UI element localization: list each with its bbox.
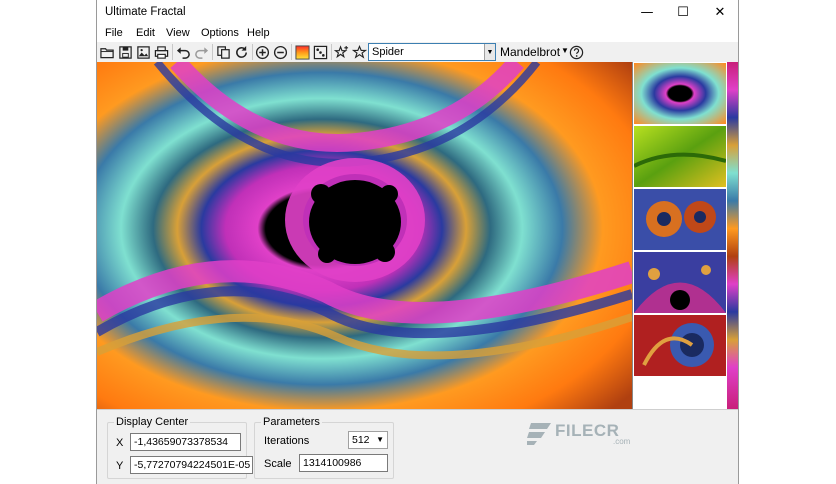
toolbar-separator bbox=[331, 44, 332, 60]
redo-icon[interactable] bbox=[193, 44, 209, 60]
favorite-icon[interactable] bbox=[351, 44, 367, 60]
toolbar-separator bbox=[172, 44, 173, 60]
zoom-in-icon[interactable] bbox=[254, 44, 270, 60]
center-x-input[interactable]: -1,43659073378534 bbox=[130, 433, 241, 451]
app-window: Ultimate Fractal — ☐ ✕ File Edit View Op… bbox=[96, 0, 739, 484]
menu-help[interactable]: Help bbox=[247, 27, 270, 39]
formula-dropdown[interactable]: Mandelbrot bbox=[500, 45, 560, 59]
minimize-button[interactable]: — bbox=[629, 0, 665, 25]
menu-bar: File Edit View Options Help bbox=[97, 25, 738, 42]
menu-file[interactable]: File bbox=[105, 27, 123, 39]
iterations-select[interactable]: 512 ▼ bbox=[348, 431, 388, 449]
thumbnail-item[interactable] bbox=[634, 63, 726, 124]
preset-combobox[interactable]: Spider ▼ bbox=[368, 43, 496, 61]
display-center-group: Display Center X -1,43659073378534 Y -5,… bbox=[107, 416, 253, 479]
parameters-group: Parameters Iterations 512 ▼ Scale 131410… bbox=[254, 416, 394, 479]
menu-options[interactable]: Options bbox=[201, 27, 239, 39]
add-favorite-icon[interactable] bbox=[333, 44, 349, 60]
thumbnail-item[interactable] bbox=[634, 126, 726, 187]
undo-icon[interactable] bbox=[175, 44, 191, 60]
refresh-icon[interactable] bbox=[233, 44, 249, 60]
display-center-label: Display Center bbox=[114, 416, 191, 428]
menu-view[interactable]: View bbox=[166, 27, 190, 39]
fractal-canvas[interactable] bbox=[97, 62, 632, 409]
export-image-icon[interactable] bbox=[135, 44, 151, 60]
toolbar: Spider ▼ Mandelbrot ▼ bbox=[97, 42, 738, 62]
palette-icon[interactable] bbox=[294, 44, 310, 60]
open-folder-icon[interactable] bbox=[99, 44, 115, 60]
toolbar-separator bbox=[212, 44, 213, 60]
thumbnail-panel bbox=[632, 62, 727, 409]
copy-icon[interactable] bbox=[215, 44, 231, 60]
window-title: Ultimate Fractal bbox=[105, 6, 186, 18]
parameters-label: Parameters bbox=[261, 416, 322, 428]
watermark-sub: .com bbox=[613, 437, 631, 446]
thumbnail-item[interactable] bbox=[634, 315, 726, 376]
save-icon[interactable] bbox=[117, 44, 133, 60]
menu-edit[interactable]: Edit bbox=[136, 27, 155, 39]
help-icon[interactable] bbox=[568, 44, 584, 60]
toolbar-separator bbox=[252, 44, 253, 60]
iterations-label: Iterations bbox=[264, 435, 310, 447]
chevron-down-icon[interactable]: ▼ bbox=[484, 44, 495, 60]
randomize-icon[interactable] bbox=[312, 44, 328, 60]
scale-label: Scale bbox=[264, 458, 292, 470]
toolbar-separator bbox=[291, 44, 292, 60]
scale-input[interactable]: 1314100986 bbox=[299, 454, 388, 472]
chevron-down-icon: ▼ bbox=[376, 435, 384, 444]
preset-value: Spider bbox=[372, 46, 404, 58]
maximize-button[interactable]: ☐ bbox=[665, 0, 701, 25]
iterations-value: 512 bbox=[352, 434, 370, 446]
center-y-input[interactable]: -5,77270794224501E-05 bbox=[130, 456, 253, 474]
print-icon[interactable] bbox=[153, 44, 169, 60]
thumbnail-item[interactable] bbox=[634, 252, 726, 313]
filecr-logo-icon bbox=[527, 423, 551, 445]
y-label: Y bbox=[116, 460, 124, 472]
watermark-text: FILECR bbox=[555, 421, 620, 440]
x-label: X bbox=[116, 437, 124, 449]
filecr-watermark: FILECR .com bbox=[525, 418, 645, 448]
zoom-out-icon[interactable] bbox=[272, 44, 288, 60]
thumbnail-item[interactable] bbox=[634, 189, 726, 250]
color-palette-strip[interactable] bbox=[727, 62, 738, 409]
title-bar: Ultimate Fractal — ☐ ✕ bbox=[97, 0, 738, 25]
close-button[interactable]: ✕ bbox=[702, 0, 738, 25]
